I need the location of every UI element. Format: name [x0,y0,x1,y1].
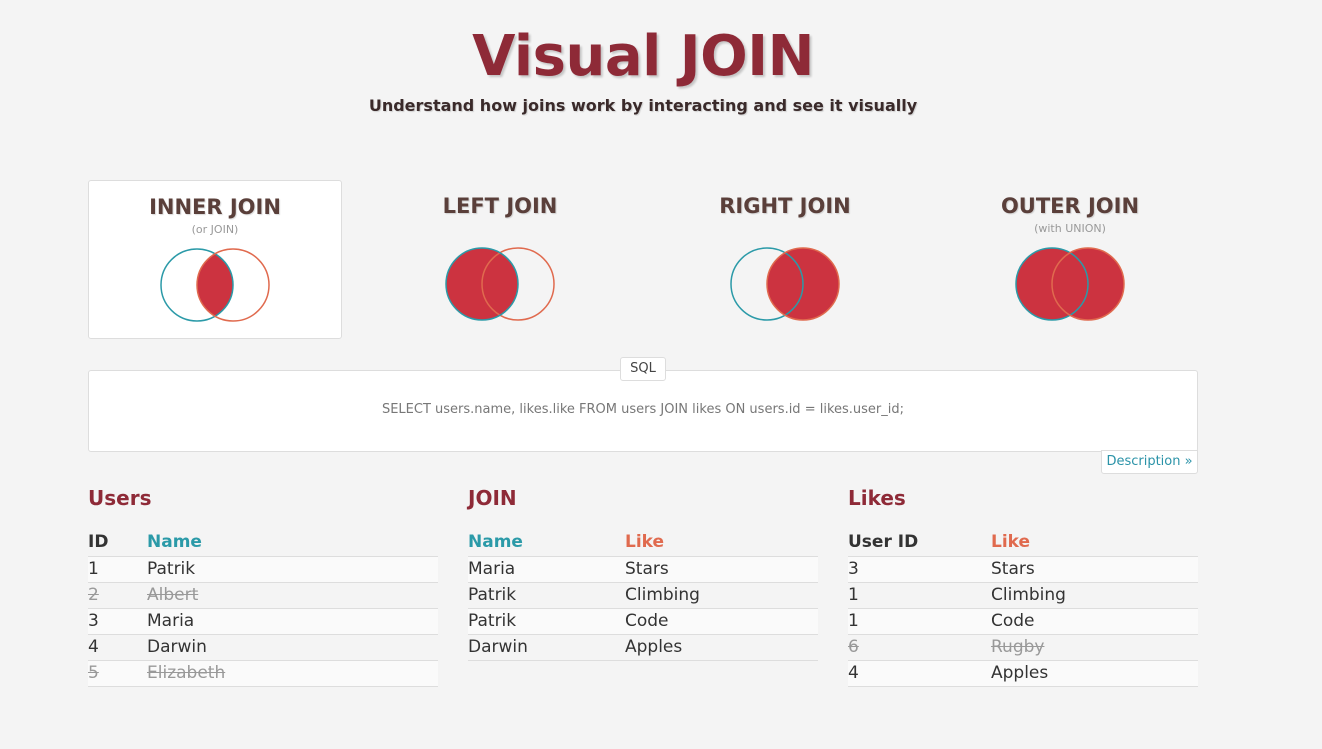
table-cell: Elizabeth [147,663,226,683]
likes-table-title: Likes [848,486,906,510]
table-cell: Patrik [468,585,517,605]
table-row: 1 Code [848,609,1198,635]
description-link[interactable]: Description » [1101,450,1198,474]
table-cell: Maria [147,611,195,631]
table-row: 1 Patrik [88,557,438,583]
table-cell: Stars [991,559,1035,579]
table-cell: Albert [147,585,199,605]
table-body: 1 Patrik 2 Albert 3 Maria 4 Darwin 5 Eli… [88,557,438,687]
table-cell: 1 [848,611,859,631]
inner-join-venn-icon [160,248,270,322]
table-header: ID Name [88,532,438,557]
table-cell: Climbing [625,585,700,605]
users-table: Users ID Name 1 Patrik 2 Albert 3 Maria … [88,486,438,687]
table-cell: Patrik [147,559,196,579]
join-option-label: RIGHT JOIN [719,194,851,218]
right-join-venn-icon [730,247,840,321]
left-join-venn-icon [445,247,555,321]
join-option-sublabel: (or JOIN) [191,223,239,236]
table-row: 4 Apples [848,661,1198,687]
column-header: Like [991,532,1031,552]
table-cell: 2 [88,585,99,605]
table-cell: Code [625,611,669,631]
outer-join-venn-icon [1015,247,1125,321]
column-header: Like [625,532,665,552]
table-row: 2 Albert [88,583,438,609]
column-header: User ID [848,532,919,552]
table-cell: Climbing [991,585,1066,605]
table-body: Maria Stars Patrik Climbing Patrik Code … [468,557,818,661]
table-row: 3 Maria [88,609,438,635]
sql-tab[interactable]: SQL [620,357,666,381]
sql-query: SELECT users.name, likes.like FROM users… [381,402,905,417]
table-cell: 6 [848,637,859,657]
page-title: Visual JOIN [472,24,814,89]
table-row: 6 Rugby [848,635,1198,661]
table-cell: Patrik [468,611,517,631]
join-option-left[interactable]: LEFT JOIN [373,180,627,339]
join-option-right[interactable]: RIGHT JOIN [658,180,912,339]
join-option-label: INNER JOIN [149,195,281,219]
table-cell: Darwin [147,637,207,657]
table-cell: 4 [848,663,859,683]
table-row: Darwin Apples [468,635,818,661]
table-cell: 3 [88,611,99,631]
page-subtitle: Understand how joins work by interacting… [368,96,918,115]
table-cell: Apples [991,663,1049,683]
table-row: 5 Elizabeth [88,661,438,687]
table-cell: 5 [88,663,99,683]
table-cell: Darwin [468,637,528,657]
table-row: Patrik Climbing [468,583,818,609]
table-cell: 1 [848,585,859,605]
join-option-label: LEFT JOIN [442,194,558,218]
table-cell: Code [991,611,1035,631]
table-cell: 1 [88,559,99,579]
table-cell: Apples [625,637,683,657]
join-option-sublabel [373,222,627,236]
table-cell: Rugby [991,637,1045,657]
users-table-title: Users [88,486,152,510]
column-header: Name [147,532,202,552]
join-option-sublabel [658,222,912,236]
table-cell: 4 [88,637,99,657]
table-body: 3 Stars 1 Climbing 1 Code 6 Rugby 4 Appl… [848,557,1198,687]
column-header: Name [468,532,523,552]
table-cell: Stars [625,559,669,579]
table-header: User ID Like [848,532,1198,557]
table-row: 1 Climbing [848,583,1198,609]
table-row: 3 Stars [848,557,1198,583]
table-cell: 3 [848,559,859,579]
join-option-sublabel: (with UNION) [1034,222,1106,235]
table-row: Patrik Code [468,609,818,635]
column-header: ID [88,532,109,552]
join-table-title: JOIN [468,486,517,510]
table-row: Maria Stars [468,557,818,583]
join-option-inner[interactable]: INNER JOIN (or JOIN) [88,180,342,339]
table-header: Name Like [468,532,818,557]
table-cell: Maria [468,559,516,579]
join-result-table: JOIN Name Like Maria Stars Patrik Climbi… [468,486,818,661]
table-row: 4 Darwin [88,635,438,661]
likes-table: Likes User ID Like 3 Stars 1 Climbing 1 … [848,486,1198,687]
join-option-label: OUTER JOIN [1000,194,1140,218]
join-option-outer[interactable]: OUTER JOIN (with UNION) [943,180,1197,339]
